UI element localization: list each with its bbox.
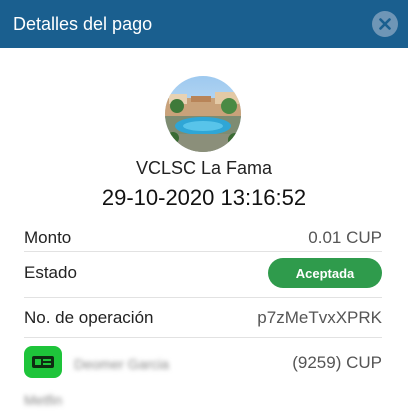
amount-label: Monto	[24, 228, 72, 247]
divider	[24, 251, 382, 252]
card-value: (9259) CUP	[292, 353, 382, 372]
bank-logo-icon	[24, 346, 62, 378]
status-badge: Aceptada	[268, 258, 382, 288]
amount-row: Monto 0.01 CUP	[24, 226, 382, 250]
divider	[24, 337, 382, 338]
operation-value: p7zMeTvxXPRK	[257, 308, 382, 327]
page-title: Detalles del pago	[13, 13, 153, 34]
divider	[24, 297, 382, 298]
close-button[interactable]	[372, 11, 398, 37]
operation-label: No. de operación	[24, 308, 154, 327]
header-bar: Detalles del pago	[0, 0, 408, 48]
bank-name: Metfin	[24, 392, 63, 408]
card-holder-name: Deomer Garcia	[74, 356, 169, 372]
payment-datetime: 29-10-2020 13:16:52	[101, 185, 307, 210]
merchant-avatar	[165, 76, 241, 152]
operation-row: No. de operación p7zMeTvxXPRK	[24, 306, 382, 330]
close-icon	[379, 18, 391, 30]
status-label: Estado	[24, 263, 77, 282]
amount-value: 0.01 CUP	[308, 228, 382, 247]
merchant-name: VCLSC La Fama	[135, 158, 273, 178]
status-row: Estado Aceptada	[24, 257, 382, 289]
